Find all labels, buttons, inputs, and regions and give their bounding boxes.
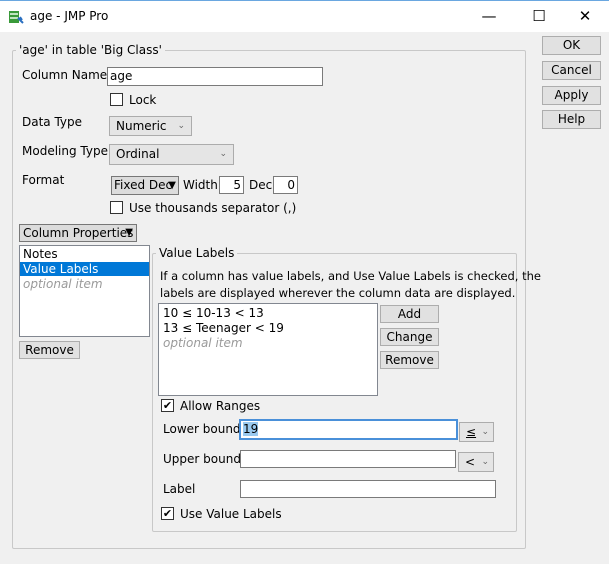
value-label-item[interactable]: 13 ≤ Teenager < 19 [159, 321, 377, 336]
modeling-type-value: Ordinal [116, 147, 160, 161]
lower-bound-operator-select[interactable]: ≤ ⌄ [459, 422, 494, 442]
property-item-value-labels[interactable]: Value Labels [20, 262, 149, 276]
data-type-value: Numeric [116, 119, 167, 133]
allow-ranges-label: Allow Ranges [180, 399, 261, 413]
dec-input[interactable]: 0 [273, 176, 298, 194]
add-button[interactable]: Add [380, 305, 439, 323]
dec-label: Dec [249, 178, 273, 192]
lock-label: Lock [129, 93, 157, 107]
data-type-label: Data Type [22, 115, 83, 129]
dropdown-arrow-icon: ▼ [168, 180, 176, 191]
jmp-app-icon [8, 9, 24, 25]
property-item-notes[interactable]: Notes [20, 246, 149, 262]
dropdown-arrow-icon: ▼ [125, 227, 133, 238]
group-title: 'age' in table 'Big Class' [16, 43, 165, 57]
label-input[interactable] [240, 480, 496, 498]
title-bar: age - JMP Pro — ☐ ✕ [0, 0, 609, 32]
data-type-select[interactable]: Numeric ⌄ [109, 116, 192, 136]
width-input[interactable]: 5 [219, 176, 244, 194]
upper-bound-operator-select[interactable]: < ⌄ [458, 452, 494, 472]
value-labels-description-2: labels are displayed wherever the column… [160, 286, 516, 300]
modeling-type-label: Modeling Type [22, 144, 108, 158]
value-labels-list[interactable]: 10 ≤ 10-13 < 13 13 ≤ Teenager < 19 optio… [158, 303, 378, 396]
format-select[interactable]: Fixed Dec ▼ [111, 176, 179, 195]
chevron-down-icon: ⌄ [219, 149, 227, 159]
column-properties-label: Column Properties [23, 226, 134, 240]
column-name-input[interactable]: age [107, 67, 323, 86]
column-name-label: Column Name [22, 68, 108, 82]
chevron-down-icon: ⌄ [481, 457, 489, 467]
value-labels-title: Value Labels [156, 246, 238, 260]
property-list[interactable]: Notes Value Labels optional item [19, 245, 150, 337]
lower-bound-input[interactable]: 19 [239, 419, 458, 440]
change-button[interactable]: Change [380, 328, 439, 346]
width-label: Width [183, 178, 218, 192]
value-labels-description-1: If a column has value labels, and Use Va… [160, 269, 541, 283]
lower-bound-label: Lower bound [163, 422, 241, 436]
ok-button[interactable]: OK [542, 36, 601, 55]
modeling-type-select[interactable]: Ordinal ⌄ [109, 144, 234, 165]
window-title: age - JMP Pro [30, 9, 109, 23]
value-label-item[interactable]: 10 ≤ 10-13 < 13 [159, 306, 377, 321]
value-label-optional-item[interactable]: optional item [159, 336, 377, 351]
upper-bound-label: Upper bound [163, 452, 241, 466]
remove-value-label-button[interactable]: Remove [380, 351, 439, 369]
chevron-down-icon: ⌄ [177, 121, 185, 131]
format-label: Format [22, 173, 65, 187]
thousands-checkbox[interactable] [110, 201, 123, 214]
maximize-button[interactable]: ☐ [516, 1, 562, 33]
column-properties-button[interactable]: Column Properties ▼ [19, 224, 137, 242]
apply-button[interactable]: Apply [542, 86, 601, 105]
help-button[interactable]: Help [542, 110, 601, 129]
lower-bound-operator: ≤ [466, 425, 477, 439]
remove-property-button[interactable]: Remove [19, 341, 80, 359]
lock-checkbox[interactable] [110, 93, 123, 106]
cancel-button[interactable]: Cancel [542, 61, 601, 80]
upper-bound-input[interactable] [240, 450, 456, 468]
chevron-down-icon: ⌄ [481, 427, 489, 437]
allow-ranges-checkbox[interactable]: ✔ [161, 399, 174, 412]
format-value: Fixed Dec [114, 178, 173, 192]
label-label: Label [163, 482, 196, 496]
thousands-label: Use thousands separator (,) [129, 201, 297, 215]
upper-bound-operator: < [465, 455, 476, 469]
minimize-button[interactable]: — [466, 1, 512, 33]
lower-bound-value: 19 [243, 422, 259, 436]
use-value-labels-label: Use Value Labels [180, 507, 282, 521]
property-optional-item[interactable]: optional item [20, 276, 149, 292]
close-button[interactable]: ✕ [562, 1, 608, 33]
use-value-labels-checkbox[interactable]: ✔ [161, 507, 174, 520]
